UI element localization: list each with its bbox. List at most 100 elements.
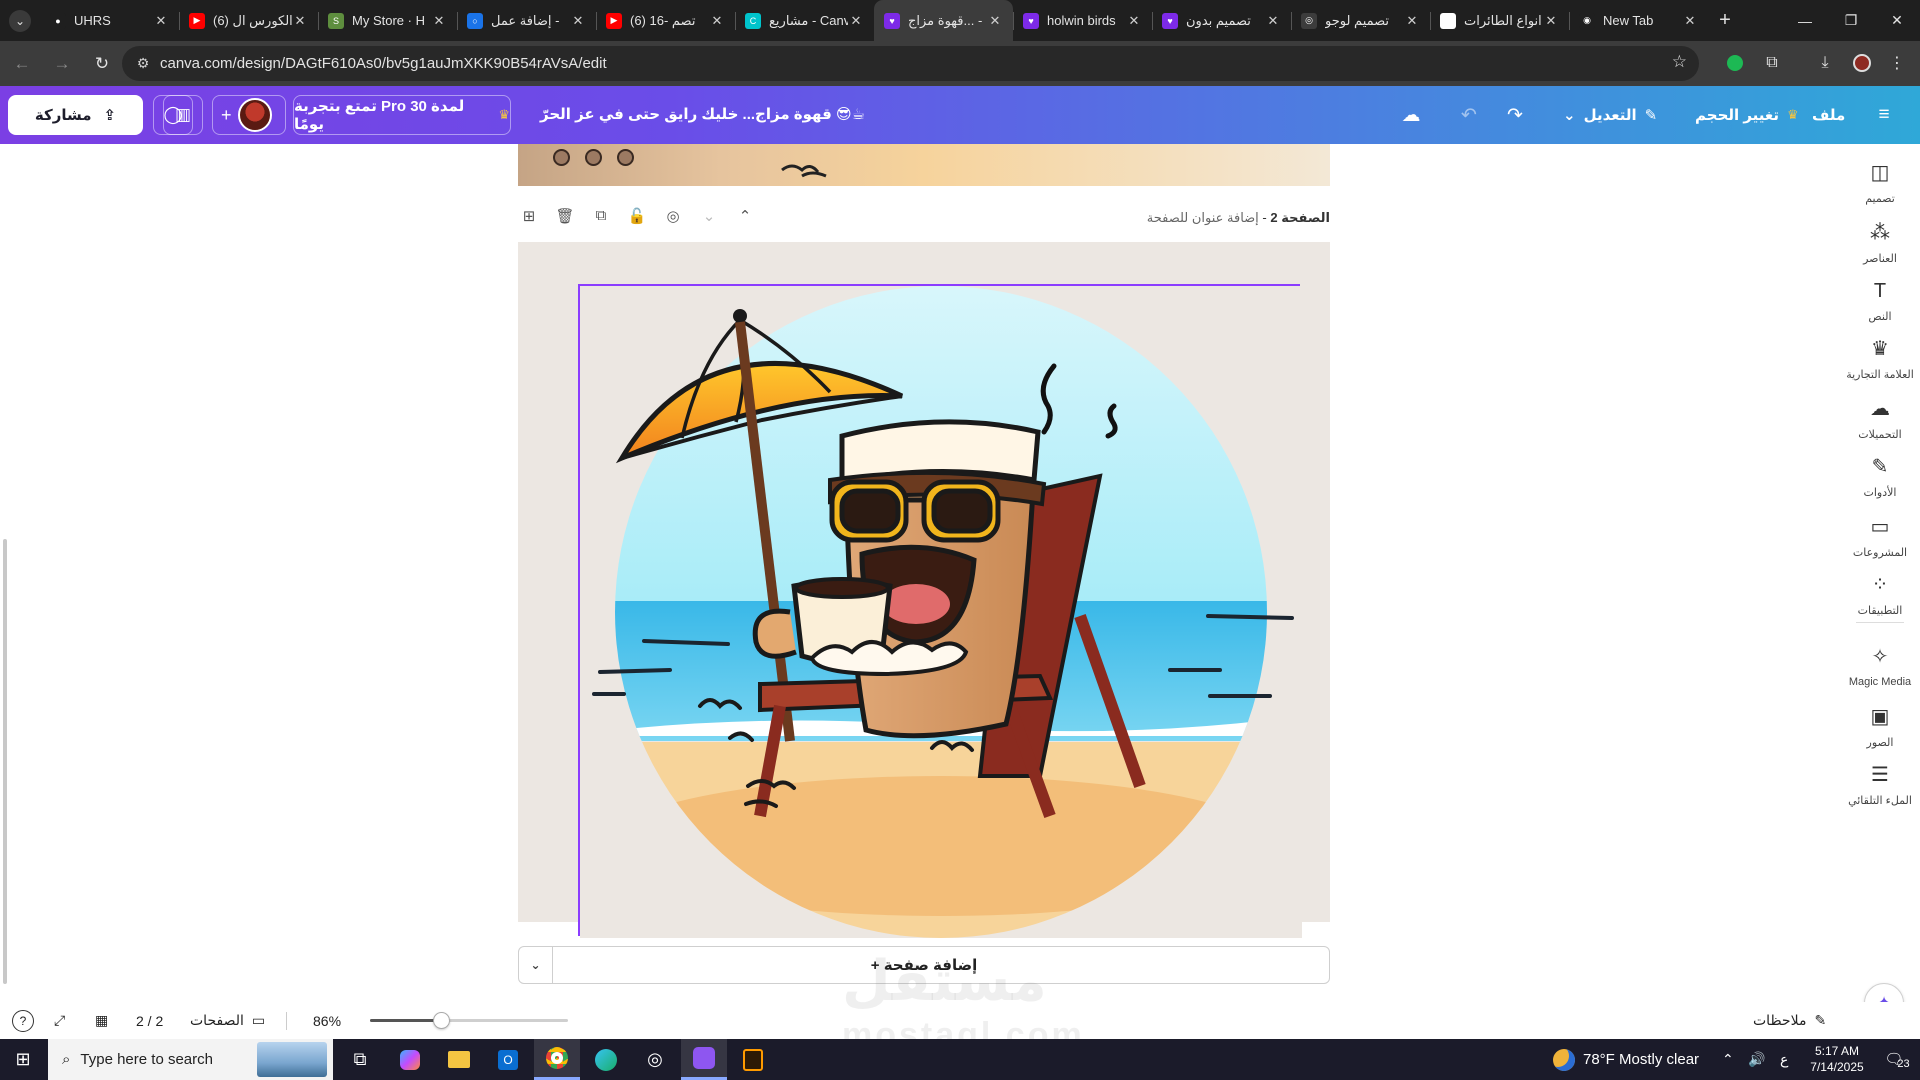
extensions-puzzle-icon[interactable]: ⧉ xyxy=(1755,46,1789,80)
fullscreen-button[interactable]: ⤢ xyxy=(54,1002,65,1039)
help-button[interactable]: ? xyxy=(12,1002,34,1039)
browser-tab[interactable]: ◉ New Tab ✕ xyxy=(1569,0,1708,41)
tab-close-icon[interactable]: ✕ xyxy=(292,13,308,29)
notes-button[interactable]: ملاحظات ✎ xyxy=(1753,1002,1826,1039)
side-panel-item[interactable]: T النص xyxy=(1840,278,1920,323)
move-up-icon[interactable]: ⌃ xyxy=(734,207,756,229)
resize-button[interactable]: تغيير الحجم ♛ xyxy=(1695,95,1799,135)
grid-view-button[interactable]: ▦ xyxy=(95,1002,108,1039)
hide-icon[interactable]: ◎ xyxy=(662,207,684,229)
tray-chevron-icon[interactable]: ⌃ xyxy=(1722,1039,1734,1080)
side-panel-item[interactable]: ☁ التحميلات xyxy=(1840,396,1920,441)
tab-close-icon[interactable]: ✕ xyxy=(431,13,447,29)
redo-icon[interactable]: ↷ xyxy=(1495,95,1535,135)
side-panel-item[interactable]: ▣ الصور xyxy=(1840,704,1920,749)
profile-avatar-icon[interactable] xyxy=(1845,46,1879,80)
side-panel-item[interactable]: ♛ العلامة التجارية xyxy=(1840,336,1920,381)
browser-tab[interactable]: ▶ (6) الكورس ال ✕ xyxy=(179,0,318,41)
side-panel-item[interactable]: ✎ الأدوات xyxy=(1840,454,1920,499)
tab-close-icon[interactable]: ✕ xyxy=(848,13,864,29)
side-panel-item[interactable]: ▭ المشروعات xyxy=(1840,514,1920,559)
copilot-icon[interactable] xyxy=(387,1039,433,1080)
tab-close-icon[interactable]: ✕ xyxy=(1543,13,1559,29)
browser-tab[interactable]: ▶ (6) 16- تصم ✕ xyxy=(596,0,735,41)
undo-icon[interactable]: ↶ xyxy=(1449,95,1489,135)
browser-tab[interactable]: ◎ تصميم لوجو ✕ xyxy=(1291,0,1430,41)
side-panel-item[interactable]: ◫ تصميم xyxy=(1840,160,1920,205)
zoom-slider-handle[interactable] xyxy=(433,1012,451,1029)
hamburger-menu-icon[interactable]: ≡ xyxy=(1864,95,1904,135)
move-down-icon[interactable]: ⌄ xyxy=(698,207,720,229)
canva-app-icon[interactable] xyxy=(681,1039,727,1080)
cloud-saved-icon[interactable]: ☁ xyxy=(1391,95,1431,135)
chrome-icon[interactable] xyxy=(534,1039,580,1080)
restore-button[interactable]: ❐ xyxy=(1828,0,1874,41)
forward-button[interactable]: → xyxy=(44,46,80,82)
address-bar[interactable]: ⚙ canva.com/design/DAGtF610As0/bv5g1auJm… xyxy=(122,46,1699,81)
browser-tab[interactable]: ♥ تصميم بدون ✕ xyxy=(1152,0,1291,41)
side-panel-item[interactable]: ⁂ العناصر xyxy=(1840,220,1920,265)
browser-tab[interactable]: ♥ holwin birds ✕ xyxy=(1013,0,1152,41)
page-1-preview[interactable] xyxy=(518,144,1330,186)
zoom-slider[interactable] xyxy=(370,1012,568,1029)
side-panel-item[interactable]: ⁘ التطبيقات xyxy=(1840,572,1920,617)
browser-tab[interactable]: S My Store · H ✕ xyxy=(318,0,457,41)
browser-tab[interactable]: G انواع الطائرات ✕ xyxy=(1430,0,1569,41)
start-button[interactable]: ⊞ xyxy=(0,1039,46,1080)
side-panel-item[interactable]: ☰ الملء التلقائي xyxy=(1840,762,1920,807)
browser-tab[interactable]: C مشاريع - Canva✕ xyxy=(735,0,874,41)
tab-close-icon[interactable]: ✕ xyxy=(987,13,1003,29)
browser-tab[interactable]: ♥ قهوة مزاج... - ✕ xyxy=(874,0,1013,41)
language-indicator[interactable]: ع xyxy=(1780,1039,1788,1080)
tab-close-icon[interactable]: ✕ xyxy=(709,13,725,29)
browser-menu-icon[interactable]: ⋮ xyxy=(1880,46,1914,80)
document-title[interactable]: قهوة مزاج... خليك رايق حتى في عز الحرّ 😎… xyxy=(540,105,865,123)
tab-close-icon[interactable]: ✕ xyxy=(1126,13,1142,29)
task-view-icon[interactable]: ⧉ xyxy=(337,1039,383,1080)
zoom-value[interactable]: 86% xyxy=(313,1002,341,1039)
download-icon[interactable]: ⤓ xyxy=(1808,46,1842,80)
taskbar-search[interactable]: ⌕ Type here to search xyxy=(48,1039,333,1080)
illustrator-icon[interactable] xyxy=(730,1039,776,1080)
bookmark-star-icon[interactable]: ☆ xyxy=(1672,52,1687,72)
share-button[interactable]: مشاركة ⇪ xyxy=(8,95,143,135)
lock-icon[interactable]: 🔓 xyxy=(626,207,648,229)
side-panel-item[interactable]: ✧ Magic Media xyxy=(1840,644,1920,688)
close-window-button[interactable]: ✕ xyxy=(1874,0,1920,41)
back-button[interactable]: ← xyxy=(4,46,40,82)
reload-button[interactable]: ↻ xyxy=(84,46,120,82)
vertical-scrollbar[interactable] xyxy=(3,539,7,984)
insights-button[interactable]: ▥ xyxy=(163,95,203,135)
edit-menu[interactable]: ⌄ التعديل ✎ xyxy=(1563,95,1657,135)
trash-icon[interactable]: 🗑 xyxy=(554,207,576,229)
weather-widget[interactable]: 78°F Mostly clear xyxy=(1553,1039,1699,1080)
duplicate-icon[interactable]: ⧉ xyxy=(590,207,612,229)
tab-close-icon[interactable]: ✕ xyxy=(1265,13,1281,29)
taskbar-clock[interactable]: 5:17 AM 7/14/2025 xyxy=(1801,1043,1873,1075)
browser-tab[interactable]: ● UHRS ✕ xyxy=(40,0,179,41)
extension-green-icon[interactable] xyxy=(1718,46,1752,80)
notification-center[interactable]: 🗨 23 xyxy=(1880,1044,1914,1074)
avatar[interactable] xyxy=(237,98,272,132)
page-title-label[interactable]: الصفحة 2 - إضافة عنوان للصفحة xyxy=(1147,210,1330,226)
edge-icon[interactable] xyxy=(583,1039,629,1080)
collaborators-group[interactable]: + xyxy=(212,95,286,135)
pro-trial-button[interactable]: تمتع بتجربة Pro لمدة 30 يومًا ♛ xyxy=(293,95,511,135)
chevron-down-icon[interactable]: ⌄ xyxy=(519,947,553,983)
pages-toggle[interactable]: الصفحات ▭ xyxy=(190,1002,265,1039)
minimize-button[interactable]: — xyxy=(1782,0,1828,41)
page-2-canvas[interactable] xyxy=(518,242,1330,938)
volume-icon[interactable]: 🔊 xyxy=(1748,1039,1765,1080)
outlook-icon[interactable]: O xyxy=(485,1039,531,1080)
selected-image[interactable] xyxy=(578,284,1302,938)
tab-close-icon[interactable]: ✕ xyxy=(570,13,586,29)
tab-close-icon[interactable]: ✕ xyxy=(1404,13,1420,29)
browser-tab[interactable]: ○ إضافة عمل - ✕ xyxy=(457,0,596,41)
site-info-icon[interactable]: ⚙ xyxy=(126,55,160,72)
tab-close-icon[interactable]: ✕ xyxy=(153,13,169,29)
tab-search-button[interactable]: ⌄ xyxy=(0,0,40,41)
new-tab-button[interactable]: + xyxy=(1708,0,1742,41)
file-explorer-icon[interactable] xyxy=(436,1039,482,1080)
chatgpt-icon[interactable]: ◎ xyxy=(632,1039,678,1080)
file-menu[interactable]: ملف xyxy=(1812,95,1845,135)
